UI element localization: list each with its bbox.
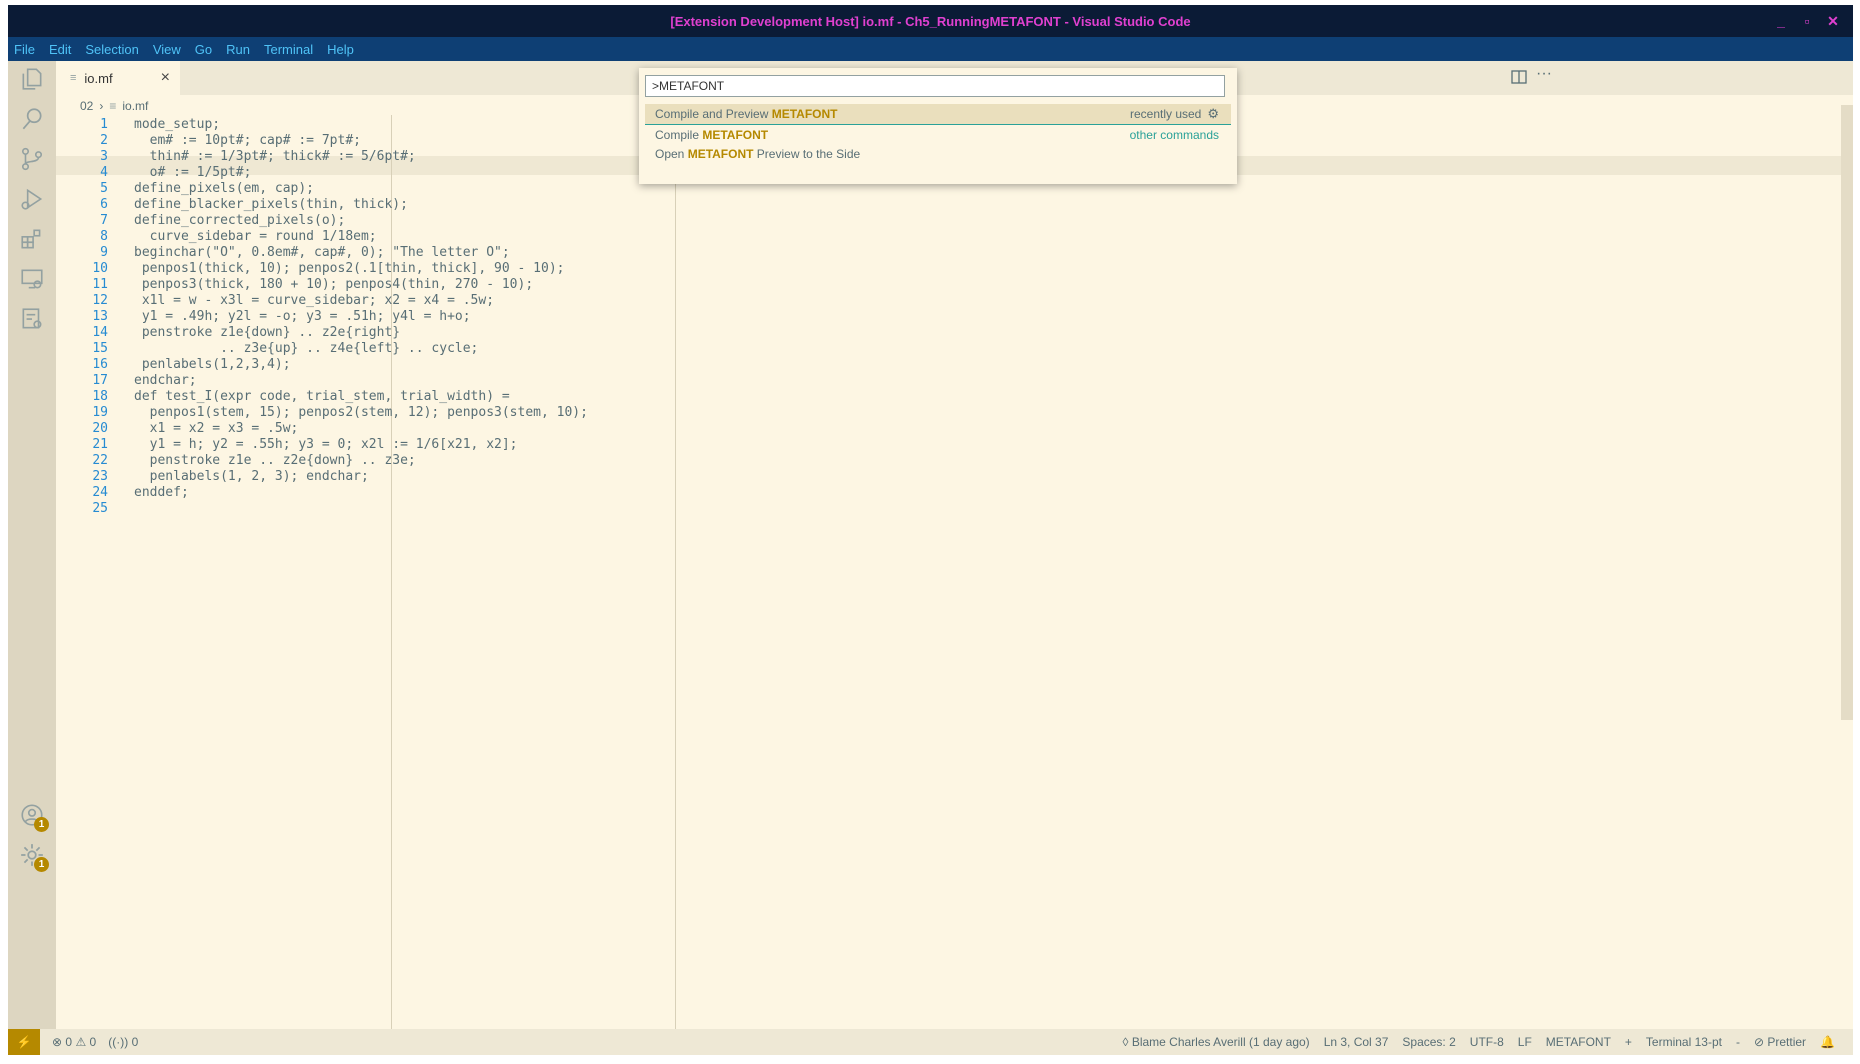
breadcrumb-folder[interactable]: 02 — [80, 99, 93, 113]
close-tab-icon[interactable]: × — [161, 69, 170, 87]
problems-indicator[interactable]: ⊗ 0 ⚠ 0 — [52, 1035, 96, 1049]
menu-selection[interactable]: Selection — [85, 42, 138, 57]
notifications-icon[interactable]: 🔔 — [1820, 1035, 1835, 1049]
language-mode[interactable]: METAFONT — [1546, 1035, 1611, 1049]
command-palette: Compile and Preview METAFONT recently us… — [639, 68, 1237, 184]
prettier-status[interactable]: ⊘ Prettier — [1754, 1035, 1806, 1049]
encoding[interactable]: UTF-8 — [1470, 1035, 1504, 1049]
chevron-right-icon: › — [99, 99, 104, 113]
menu-go[interactable]: Go — [195, 42, 212, 57]
command-item[interactable]: Compile and Preview METAFONT recently us… — [645, 104, 1231, 124]
explorer-icon[interactable] — [18, 65, 46, 93]
menu-help[interactable]: Help — [327, 42, 354, 57]
tab-label: io.mf — [84, 70, 113, 86]
status-bar: ⚡ ⊗ 0 ⚠ 0 ((·)) 0 ◊ Blame Charles Averil… — [8, 1029, 1853, 1055]
title-bar: [Extension Development Host] io.mf - Ch5… — [8, 5, 1853, 37]
source-control-icon[interactable] — [18, 145, 46, 173]
cursor-position[interactable]: Ln 3, Col 37 — [1324, 1035, 1389, 1049]
line-number: 25 — [92, 501, 108, 516]
close-window-button[interactable]: ✕ — [1818, 5, 1848, 37]
status-plus[interactable]: + — [1625, 1035, 1632, 1049]
breadcrumb-file[interactable]: io.mf — [122, 99, 148, 113]
error-icon: ⊗ — [52, 1035, 63, 1049]
command-item[interactable]: Open METAFONT Preview to the Side — [645, 144, 1231, 164]
file-icon: ≡ — [70, 72, 77, 84]
menu-run[interactable]: Run — [226, 42, 250, 57]
accounts-badge: 1 — [34, 817, 49, 832]
command-label: Open METAFONT Preview to the Side — [655, 147, 861, 161]
remote-icon[interactable]: ⚡ — [8, 1029, 40, 1055]
status-dash: - — [1735, 1035, 1740, 1049]
menu-file[interactable]: File — [14, 42, 35, 57]
extensions-icon[interactable] — [18, 225, 46, 253]
prettier-icon: ⊘ — [1753, 1035, 1765, 1049]
window-title: [Extension Development Host] io.mf - Ch5… — [670, 13, 1191, 29]
accounts-icon[interactable]: 1 — [18, 801, 49, 832]
activity-bar: 1 1 — [8, 61, 56, 1029]
command-label: Compile METAFONT — [655, 128, 769, 142]
more-actions-icon[interactable]: ··· — [1536, 65, 1552, 83]
command-label: Compile and Preview METAFONT — [655, 107, 838, 121]
menu-view[interactable]: View — [153, 42, 181, 57]
editor-scrollbar[interactable] — [1841, 105, 1853, 720]
command-item[interactable]: Compile METAFONT other commands — [645, 124, 1231, 145]
remote-explorer-icon[interactable] — [18, 265, 46, 293]
code-line: 25 — [56, 499, 1853, 518]
testing-icon[interactable] — [18, 305, 46, 333]
git-blame[interactable]: ◊ Blame Charles Averill (1 day ago) — [1123, 1035, 1310, 1049]
run-debug-icon[interactable] — [18, 185, 46, 213]
indentation[interactable]: Spaces: 2 — [1402, 1035, 1455, 1049]
tab-io-mf[interactable]: ≡ io.mf × — [56, 61, 180, 95]
ports-indicator[interactable]: ((·)) 0 — [108, 1035, 138, 1049]
menu-bar: File Edit Selection View Go Run Terminal… — [8, 37, 1853, 61]
search-icon[interactable] — [18, 105, 46, 133]
menu-terminal[interactable]: Terminal — [264, 42, 313, 57]
file-icon: ≡ — [109, 99, 117, 113]
commit-icon: ◊ — [1122, 1035, 1129, 1049]
eol[interactable]: LF — [1518, 1035, 1532, 1049]
command-description: recently used ⚙ — [1129, 106, 1219, 122]
menu-edit[interactable]: Edit — [49, 42, 71, 57]
terminal-font[interactable]: Terminal 13-pt — [1646, 1035, 1722, 1049]
manage-gear-icon[interactable]: 1 — [18, 841, 49, 872]
code-editor[interactable]: 1 mode_setup; 2 em# := 10pt#; cap# := 7pt#… — [56, 115, 1853, 1029]
broadcast-icon: ((·)) — [108, 1035, 129, 1049]
status-right: ◊ Blame Charles Averill (1 day ago) Ln 3… — [1123, 1029, 1835, 1055]
split-editor-icon[interactable] — [1511, 70, 1527, 89]
command-description: other commands — [1129, 128, 1219, 142]
gear-icon[interactable]: ⚙ — [1207, 106, 1219, 122]
command-input[interactable] — [645, 75, 1225, 97]
vscode-window: [Extension Development Host] io.mf - Ch5… — [8, 5, 1853, 1055]
warning-icon: ⚠ — [75, 1035, 87, 1049]
manage-badge: 1 — [34, 857, 49, 872]
breadcrumb: 02 › ≡ io.mf — [80, 97, 148, 115]
